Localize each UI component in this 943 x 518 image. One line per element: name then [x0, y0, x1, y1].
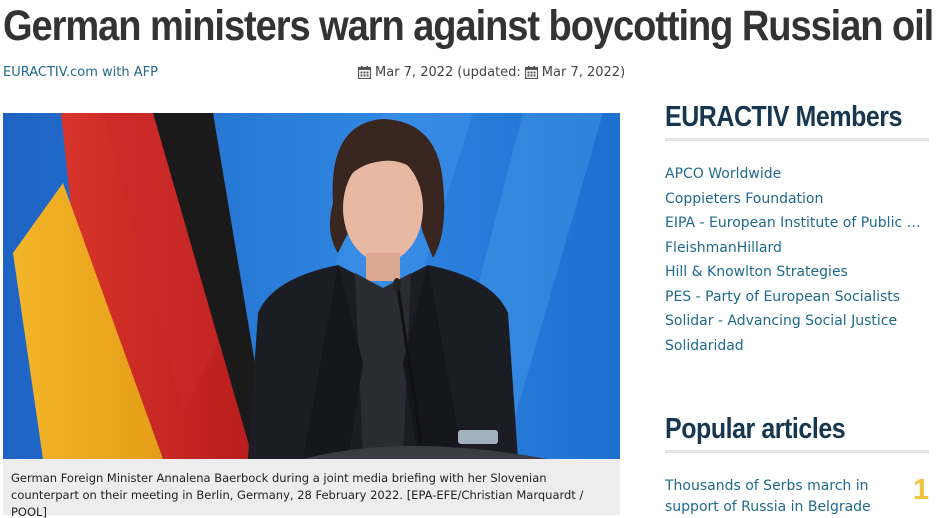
- popular-rank-number: 1: [913, 474, 930, 506]
- hero-image[interactable]: [3, 113, 620, 459]
- popular-article-item: Thousands of Serbs march in support of R…: [665, 474, 930, 517]
- article-headline: German ministers warn against boycotting…: [3, 2, 934, 50]
- photo-of-minister-at-podium-icon: [3, 113, 620, 459]
- members-divider: [665, 138, 929, 141]
- popular-articles-section: Popular articles: [665, 408, 930, 453]
- members-heading: EURACTIV Members: [665, 101, 903, 133]
- member-link[interactable]: Solidar - Advancing Social Justice: [665, 309, 921, 334]
- member-link[interactable]: Coppieters Foundation: [665, 187, 921, 212]
- article-dates: Mar 7, 2022 (updated: Mar 7, 2022): [358, 65, 625, 80]
- published-date: Mar 7, 2022: [375, 65, 454, 80]
- calendar-icon: [358, 66, 371, 79]
- members-sidebar: EURACTIV Members APCO Worldwide Coppiete…: [665, 96, 930, 358]
- article-page: German ministers warn against boycotting…: [0, 0, 943, 518]
- member-link[interactable]: Hill & Knowlton Strategies: [665, 260, 921, 285]
- members-list: APCO Worldwide Coppieters Foundation EIP…: [665, 162, 930, 358]
- member-link[interactable]: Solidaridad: [665, 334, 921, 359]
- popular-divider: [665, 450, 929, 453]
- updated-date: Mar 7, 2022): [541, 65, 626, 80]
- member-link[interactable]: PES - Party of European Socialists: [665, 285, 921, 310]
- calendar-icon: [524, 66, 538, 79]
- byline-link[interactable]: EURACTIV.com with AFP: [3, 65, 158, 80]
- member-link[interactable]: APCO Worldwide: [665, 162, 921, 187]
- popular-article-link[interactable]: Thousands of Serbs march in support of R…: [665, 476, 875, 517]
- member-link[interactable]: EIPA - European Institute of Public Admi…: [665, 211, 921, 236]
- updated-label: (updated:: [457, 65, 521, 80]
- member-link[interactable]: FleishmanHillard: [665, 236, 921, 261]
- popular-heading: Popular articles: [665, 413, 846, 445]
- image-caption: German Foreign Minister Annalena Baerboc…: [3, 459, 620, 518]
